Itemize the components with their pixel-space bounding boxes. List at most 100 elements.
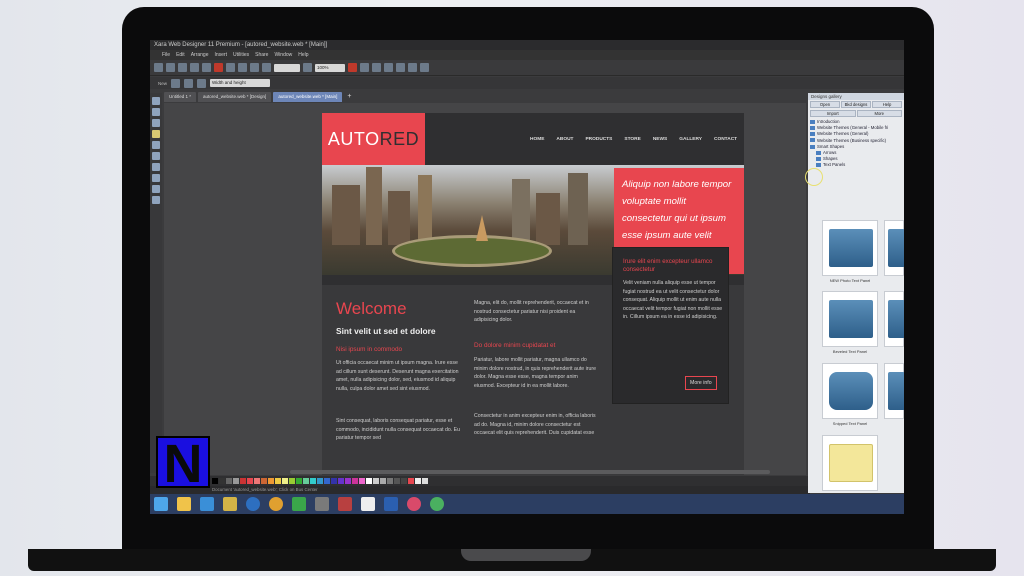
color-swatch[interactable] <box>268 478 274 484</box>
color-swatch[interactable] <box>296 478 302 484</box>
zoom-tool-icon[interactable] <box>152 108 160 116</box>
web-properties-icon[interactable] <box>396 63 405 72</box>
export-icon[interactable] <box>360 63 369 72</box>
save-icon[interactable] <box>178 63 187 72</box>
magnify-tool-icon[interactable] <box>152 196 160 204</box>
menu-share[interactable]: Share <box>255 52 268 58</box>
align-icon[interactable] <box>262 63 271 72</box>
open-icon[interactable] <box>166 63 175 72</box>
rectangle-tool-icon[interactable] <box>152 130 160 138</box>
color-swatch[interactable] <box>310 478 316 484</box>
color-swatch[interactable] <box>387 478 393 484</box>
infobar-new-label[interactable]: New <box>158 81 167 86</box>
color-swatch[interactable] <box>261 478 267 484</box>
gallery-help-button[interactable]: Help <box>872 101 902 108</box>
color-swatch[interactable] <box>317 478 323 484</box>
nav-about[interactable]: ABOUT <box>556 137 573 142</box>
col1-paragraph-2[interactable]: Sint consequat, laboris consequat pariat… <box>336 417 462 443</box>
color-swatch[interactable] <box>422 478 428 484</box>
file-explorer-icon[interactable] <box>177 497 191 511</box>
color-swatch[interactable] <box>219 478 225 484</box>
zoom-preset-select[interactable] <box>274 63 300 72</box>
color-swatch[interactable] <box>226 478 232 484</box>
gallery-open-button[interactable]: Open <box>810 101 840 108</box>
size-mode-select[interactable]: Width and height <box>210 79 271 87</box>
menu-insert[interactable]: Insert <box>214 52 227 58</box>
gallery-thumb[interactable] <box>884 220 904 276</box>
windows-start-icon[interactable] <box>154 497 168 511</box>
color-swatch[interactable] <box>240 478 246 484</box>
color-swatch[interactable] <box>401 478 407 484</box>
text-tool-icon[interactable] <box>152 141 160 149</box>
menu-file[interactable]: File <box>162 52 170 58</box>
color-swatch[interactable] <box>275 478 281 484</box>
col2-heading[interactable]: Do dolore minim cupidatat et <box>474 342 604 349</box>
chrome-icon[interactable] <box>269 497 283 511</box>
menu-edit[interactable]: Edit <box>176 52 185 58</box>
tree-item[interactable]: Text Panels <box>810 162 902 168</box>
sidebar-heading[interactable]: Irure elit enim excepteur ullamco consec… <box>623 258 723 274</box>
paste-icon[interactable] <box>202 63 211 72</box>
preview-icon[interactable] <box>348 63 357 72</box>
color-swatch[interactable] <box>366 478 372 484</box>
color-swatch[interactable] <box>373 478 379 484</box>
nav-news[interactable]: NEWS <box>653 137 667 142</box>
color-swatch[interactable] <box>345 478 351 484</box>
photo-tool-icon[interactable] <box>152 185 160 193</box>
app-icon[interactable] <box>315 497 329 511</box>
color-swatch[interactable] <box>282 478 288 484</box>
new-icon[interactable] <box>154 63 163 72</box>
color-swatch[interactable] <box>212 478 218 484</box>
nav-contact[interactable]: CONTACT <box>714 137 737 142</box>
transparency-tool-icon[interactable] <box>152 163 160 171</box>
col2-paragraph[interactable]: Magna, elit do, mollit reprehenderit, oc… <box>474 299 600 325</box>
color-swatch[interactable] <box>394 478 400 484</box>
col2-paragraph-2[interactable]: Pariatur, labore mollit pariatur, magna … <box>474 356 600 390</box>
sidebar-paragraph[interactable]: Velit veniam nulla aliquip esse ut tempo… <box>623 279 723 322</box>
nav-products[interactable]: PRODUCTS <box>585 137 612 142</box>
gallery-thumb[interactable] <box>822 220 878 276</box>
col2-paragraph-3[interactable]: Consectetur in anim excepteur enim in, o… <box>474 412 600 438</box>
color-swatch[interactable] <box>324 478 330 484</box>
redo-icon[interactable] <box>238 63 247 72</box>
gallery-more-button[interactable]: More <box>856 110 902 117</box>
transform-icon[interactable] <box>250 63 259 72</box>
gallery-thumb[interactable] <box>822 291 878 347</box>
welcome-heading[interactable]: Welcome <box>336 299 407 319</box>
gallery-thumb[interactable] <box>884 363 904 419</box>
app-icon[interactable] <box>223 497 237 511</box>
color-swatch[interactable] <box>303 478 309 484</box>
color-swatch[interactable] <box>289 478 295 484</box>
more-info-button[interactable]: More info <box>685 376 717 390</box>
color-swatch[interactable] <box>408 478 414 484</box>
layer-icon[interactable] <box>184 78 194 88</box>
color-swatch[interactable] <box>331 478 337 484</box>
color-swatch[interactable] <box>233 478 239 484</box>
gallery-icon[interactable] <box>408 63 417 72</box>
col1-heading[interactable]: Nisi ipsum in commodo <box>336 346 466 353</box>
xara-icon[interactable] <box>430 497 444 511</box>
menu-utilities[interactable]: Utilities <box>233 52 249 58</box>
color-swatch[interactable] <box>380 478 386 484</box>
app-icon[interactable] <box>338 497 352 511</box>
add-tab-icon[interactable]: + <box>344 92 354 102</box>
pen-tool-icon[interactable] <box>152 119 160 127</box>
gallery-import-button[interactable]: Import <box>810 110 856 117</box>
menu-help[interactable]: Help <box>298 52 308 58</box>
link-icon[interactable] <box>384 63 393 72</box>
color-swatch[interactable] <box>254 478 260 484</box>
tab-untitled[interactable]: Untitled 1 * <box>164 92 197 102</box>
zoom-select[interactable]: 100% <box>315 63 345 72</box>
undo-icon[interactable] <box>226 63 235 72</box>
gallery-thumb[interactable] <box>884 291 904 347</box>
menu-window[interactable]: Window <box>274 52 292 58</box>
horizontal-scrollbar[interactable] <box>290 470 770 474</box>
shadow-tool-icon[interactable] <box>152 174 160 182</box>
gallery-thumb[interactable] <box>822 435 878 491</box>
itunes-icon[interactable] <box>407 497 421 511</box>
selector-tool-icon[interactable] <box>152 97 160 105</box>
menu-arrange[interactable]: Arrange <box>191 52 209 58</box>
color-swatch[interactable] <box>247 478 253 484</box>
color-swatch[interactable] <box>338 478 344 484</box>
fill-tool-icon[interactable] <box>152 152 160 160</box>
